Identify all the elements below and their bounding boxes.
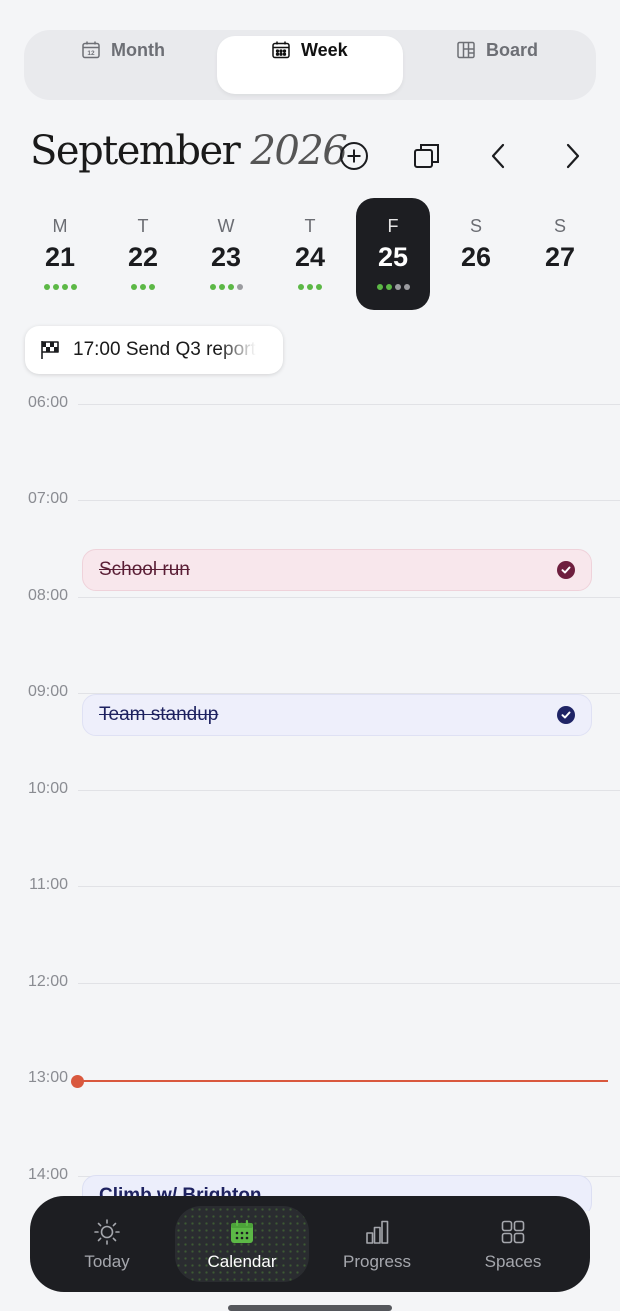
hour-label: 08:00: [27, 587, 68, 604]
tab-label: Spaces: [484, 1252, 542, 1271]
hour-label: 10:00: [27, 780, 68, 797]
previous-week-button[interactable]: [481, 138, 517, 174]
hour-row: 08:00: [0, 587, 620, 604]
day-thursday[interactable]: T 24: [273, 198, 347, 310]
month-title: September 2026: [30, 128, 348, 174]
hour-label: 09:00: [27, 683, 68, 700]
event-dots: [23, 284, 97, 292]
hour-row: 10:00: [0, 780, 620, 797]
day-letter: T: [304, 216, 316, 236]
add-event-button[interactable]: [336, 138, 372, 174]
bottom-tab-bar: Today Calendar Progress Spaces: [30, 1196, 590, 1292]
hour-label: 13:00: [27, 1069, 68, 1086]
event-team-standup[interactable]: Team standup: [82, 694, 592, 736]
day-number: 25: [377, 242, 409, 272]
day-letter: S: [553, 216, 566, 236]
chevron-right-icon: [566, 143, 580, 169]
day-letter: M: [52, 216, 68, 236]
day-letter: F: [387, 216, 399, 236]
event-dots: [106, 284, 180, 292]
day-number: 26: [460, 242, 492, 272]
event-title: Team standup: [99, 704, 219, 725]
tab-label: Progress: [342, 1252, 412, 1271]
tab-spaces[interactable]: Spaces: [446, 1206, 580, 1282]
copy-button[interactable]: [409, 138, 445, 174]
event-dots: [356, 284, 430, 292]
svg-text:12: 12: [87, 50, 95, 57]
hour-row: 11:00: [0, 876, 620, 893]
deadline-chip[interactable]: 17:00 Send Q3 report: [25, 326, 283, 374]
hour-row: 06:00: [0, 394, 620, 411]
current-time-dot: [71, 1075, 84, 1088]
tab-progress[interactable]: Progress: [310, 1206, 444, 1282]
day-letter: W: [217, 216, 235, 236]
hour-label: 12:00: [27, 973, 68, 990]
day-timeline[interactable]: 06:00 07:00 08:00 09:00 10:00 11:00 12:0…: [0, 392, 620, 1211]
tab-calendar[interactable]: Calendar: [175, 1206, 309, 1282]
hour-label: 07:00: [27, 490, 68, 507]
deadline-text: 17:00 Send Q3 report: [73, 339, 256, 360]
day-letter: S: [469, 216, 482, 236]
hour-label: 06:00: [27, 394, 68, 411]
tab-board-label: Board: [486, 39, 539, 60]
copy-icon: [414, 144, 439, 168]
calendar-header: September 2026: [30, 128, 600, 188]
year: 2026: [250, 128, 347, 174]
hour-label: 11:00: [29, 876, 68, 893]
day-saturday[interactable]: S 26: [439, 198, 513, 310]
day-monday[interactable]: M 21: [23, 198, 97, 310]
tab-label: Calendar: [207, 1252, 277, 1271]
day-sunday[interactable]: S 27: [523, 198, 597, 310]
board-icon: [457, 41, 475, 59]
event-title: School run: [99, 559, 190, 580]
day-tuesday[interactable]: T 22: [106, 198, 180, 310]
event-school-run[interactable]: School run: [82, 549, 592, 591]
week-strip: M 21 T 22 W 23 T 24 F 25 S 26 S 27: [18, 198, 602, 314]
tab-week[interactable]: Week: [271, 38, 348, 62]
day-number: 24: [294, 242, 326, 272]
home-indicator: [228, 1305, 392, 1311]
hour-label: 14:00: [27, 1166, 68, 1183]
tab-label: Today: [84, 1252, 130, 1271]
view-switch: 12 Month Week Board: [24, 30, 596, 100]
event-dots: [273, 284, 347, 292]
calendar-grid-icon: [272, 41, 290, 59]
current-time-line: [78, 1080, 608, 1082]
day-number: 21: [44, 242, 76, 272]
tab-board[interactable]: Board: [456, 38, 538, 62]
tab-week-label: Week: [301, 39, 348, 60]
bar-chart-icon: [366, 1220, 389, 1244]
day-number: 23: [210, 242, 242, 272]
day-number: 27: [544, 242, 576, 272]
hour-row: 12:00: [0, 973, 620, 990]
chevron-left-icon: [491, 143, 505, 169]
grid-icon: [501, 1220, 525, 1244]
tab-month[interactable]: 12 Month: [81, 38, 165, 62]
day-wednesday[interactable]: W 23: [189, 198, 263, 310]
sun-icon: [94, 1219, 120, 1245]
hour-row: 07:00: [0, 490, 620, 507]
day-friday-selected[interactable]: F 25: [356, 198, 430, 310]
tab-month-label: Month: [111, 39, 165, 60]
calendar-12-icon: 12: [82, 41, 100, 59]
calendar-icon: [231, 1220, 253, 1243]
day-letter: T: [137, 216, 149, 236]
day-number: 22: [127, 242, 159, 272]
next-week-button[interactable]: [554, 138, 590, 174]
month-name: September: [30, 128, 241, 174]
tab-today[interactable]: Today: [40, 1206, 174, 1282]
done-check-icon[interactable]: [557, 706, 575, 724]
add-circle-icon: [340, 142, 368, 170]
event-dots: [189, 284, 263, 292]
done-check-icon[interactable]: [557, 561, 575, 579]
flag-icon: [41, 341, 59, 359]
